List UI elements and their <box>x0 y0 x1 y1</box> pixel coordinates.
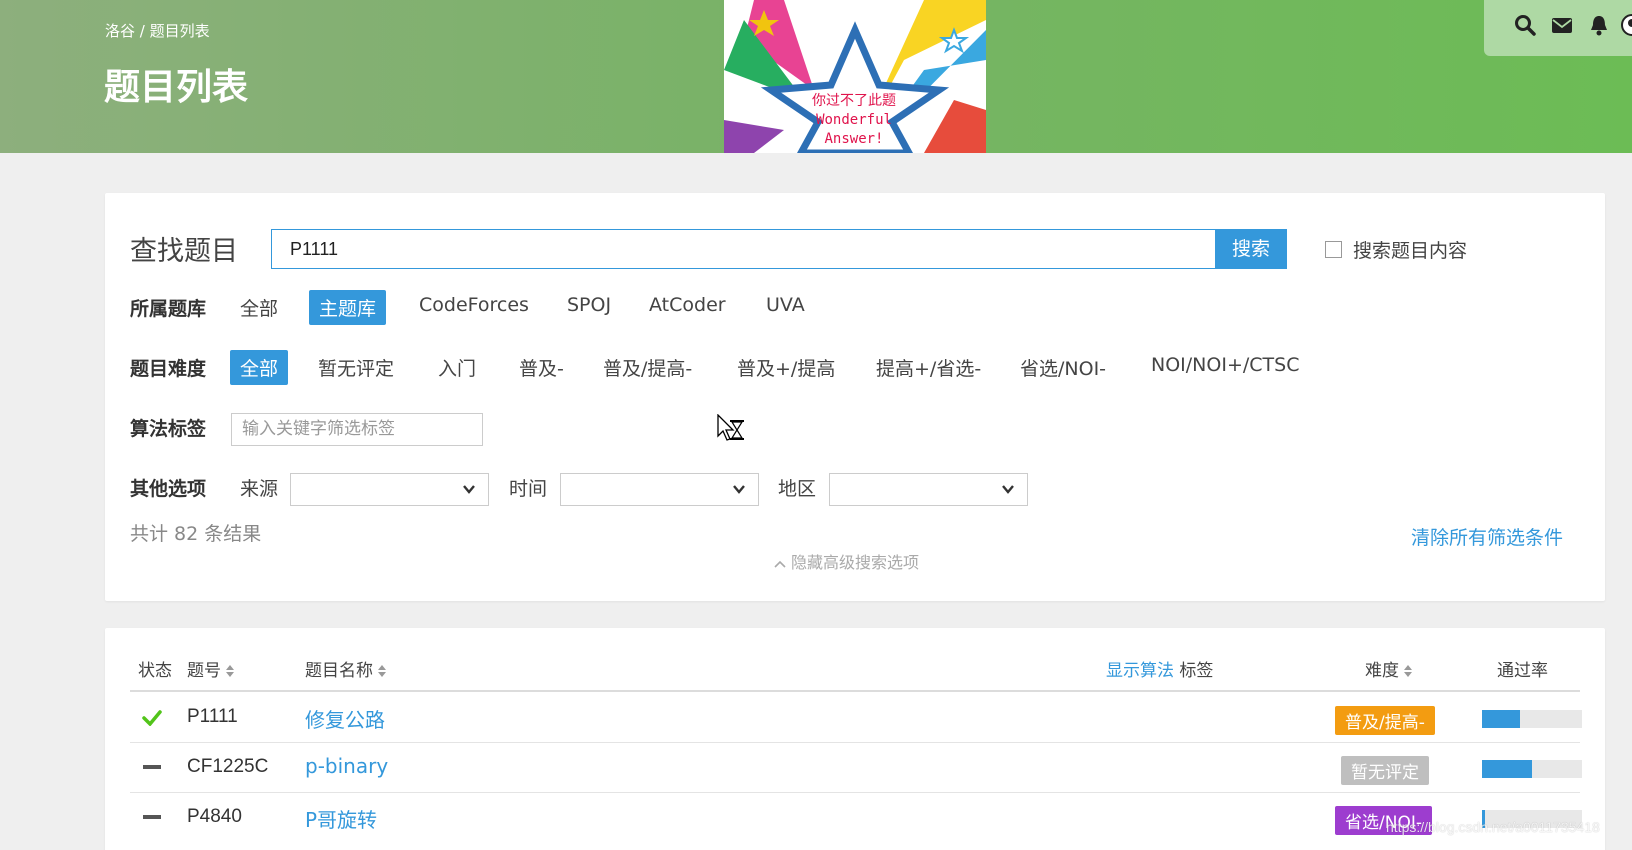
region-label: 地区 <box>778 478 817 500</box>
page-header: 洛谷 / 题目列表 题目列表 你过不了此题 Wonderful Answer! <box>0 0 1632 153</box>
difficulty-option-provincial[interactable]: 省选/NOI- <box>1020 354 1106 381</box>
banner-line-3: Answer! <box>824 131 884 147</box>
table-header-divider <box>130 690 1580 692</box>
search-button[interactable]: 搜索 <box>1215 229 1287 269</box>
difficulty-option-beginner[interactable]: 入门 <box>438 354 476 381</box>
difficulty-option-popular-plus[interactable]: 普及+/提高 <box>737 354 835 381</box>
source-label: 来源 <box>240 478 279 500</box>
difficulty-option-noi[interactable]: NOI/NOI+/CTSC <box>1151 354 1299 376</box>
clear-filters-link[interactable]: 清除所有筛选条件 <box>1411 523 1563 550</box>
col-name[interactable]: 题目名称 <box>305 656 387 681</box>
show-tags-link[interactable]: 显示算法 <box>1106 661 1174 681</box>
col-id[interactable]: 题号 <box>187 656 235 681</box>
col-difficulty-label: 难度 <box>1365 661 1399 681</box>
library-option-codeforces[interactable]: CodeForces <box>419 294 529 316</box>
sort-icon <box>226 665 234 677</box>
chevron-down-icon <box>733 485 745 494</box>
search-panel: 查找题目 搜索 搜索题目内容 所属题库 全部 主题库 CodeForces SP… <box>105 193 1605 601</box>
dash-icon <box>143 815 161 819</box>
region-select[interactable] <box>829 473 1028 506</box>
col-id-label: 题号 <box>187 661 221 681</box>
avatar[interactable] <box>1618 14 1632 36</box>
banner-image: 你过不了此题 Wonderful Answer! <box>724 0 986 153</box>
search-icon[interactable] <box>1514 14 1536 36</box>
problem-list: 状态 题号 题目名称 显示算法 标签 难度 通过率 P1111 修复公路 普及/… <box>105 628 1605 850</box>
banner-caption: 你过不了此题 Wonderful Answer! <box>794 92 914 149</box>
difficulty-option-popular-minus[interactable]: 普及- <box>519 354 564 381</box>
library-option-spoj[interactable]: SPOJ <box>567 294 611 316</box>
difficulty-option-improve-plus[interactable]: 提高+/省选- <box>876 354 981 381</box>
cursor-busy-icon <box>717 414 744 441</box>
col-tags: 显示算法 标签 <box>1106 656 1213 681</box>
col-name-label: 题目名称 <box>305 661 373 681</box>
search-content-checkbox[interactable] <box>1325 241 1342 258</box>
chevron-down-icon <box>1002 485 1014 494</box>
row-divider <box>130 792 1580 793</box>
col-difficulty[interactable]: 难度 <box>1365 656 1413 681</box>
problem-id: CF1225C <box>187 756 269 777</box>
search-content-label[interactable]: 搜索题目内容 <box>1353 236 1467 263</box>
problem-name-link[interactable]: 修复公路 <box>305 704 385 733</box>
watermark: https://blog.csdn.net/a0011735418 <box>1386 819 1600 835</box>
mail-icon[interactable] <box>1551 14 1573 36</box>
library-option-atcoder[interactable]: AtCoder <box>649 294 726 316</box>
result-count: 共计 82 条结果 <box>130 523 262 545</box>
chevron-down-icon <box>463 485 475 494</box>
sort-icon <box>378 665 386 677</box>
source-select[interactable] <box>290 473 489 506</box>
top-icon-bar <box>1484 0 1632 56</box>
hide-advanced-label: 隐藏高级搜索选项 <box>791 553 920 572</box>
banner-line-1: 你过不了此题 <box>812 93 896 109</box>
search-label: 查找题目 <box>130 236 238 267</box>
library-option-all[interactable]: 全部 <box>240 294 278 321</box>
passrate-fill <box>1482 710 1520 728</box>
bell-icon[interactable] <box>1588 14 1610 36</box>
col-tags-label: 标签 <box>1179 661 1214 681</box>
col-status: 状态 <box>138 661 172 681</box>
col-passrate: 通过率 <box>1497 661 1548 681</box>
difficulty-badge: 暂无评定 <box>1341 756 1429 785</box>
time-select[interactable] <box>560 473 759 506</box>
library-label: 所属题库 <box>130 298 207 320</box>
row-divider <box>130 742 1580 743</box>
banner-line-2: Wonderful <box>816 112 892 128</box>
library-option-main[interactable]: 主题库 <box>309 290 387 325</box>
other-options-label: 其他选项 <box>130 478 207 500</box>
page-title: 题目列表 <box>104 67 249 108</box>
passrate-bar <box>1482 710 1582 728</box>
difficulty-badge: 普及/提高- <box>1335 706 1435 735</box>
problem-name-link[interactable]: P哥旋转 <box>305 804 377 833</box>
sort-icon <box>1404 665 1412 677</box>
problem-id: P4840 <box>187 806 242 827</box>
chevron-up-icon <box>774 560 786 568</box>
difficulty-label: 题目难度 <box>130 358 207 380</box>
passrate-bar <box>1482 760 1582 778</box>
dash-icon <box>143 765 161 769</box>
passrate-fill <box>1482 760 1532 778</box>
problem-id: P1111 <box>187 706 238 727</box>
difficulty-option-all[interactable]: 全部 <box>230 350 289 385</box>
hide-advanced-toggle[interactable]: 隐藏高级搜索选项 <box>773 549 919 573</box>
tags-label: 算法标签 <box>130 418 207 440</box>
search-input[interactable] <box>271 229 1221 269</box>
problem-name-link[interactable]: p-binary <box>305 754 388 778</box>
check-icon <box>142 710 162 726</box>
difficulty-option-unrated[interactable]: 暂无评定 <box>318 354 394 381</box>
tag-filter-input[interactable]: 输入关键字筛选标签 <box>231 413 483 446</box>
breadcrumb[interactable]: 洛谷 / 题目列表 <box>105 20 210 41</box>
library-option-uva[interactable]: UVA <box>766 294 805 316</box>
difficulty-option-popular-improve[interactable]: 普及/提高- <box>603 354 692 381</box>
time-label: 时间 <box>509 478 548 500</box>
